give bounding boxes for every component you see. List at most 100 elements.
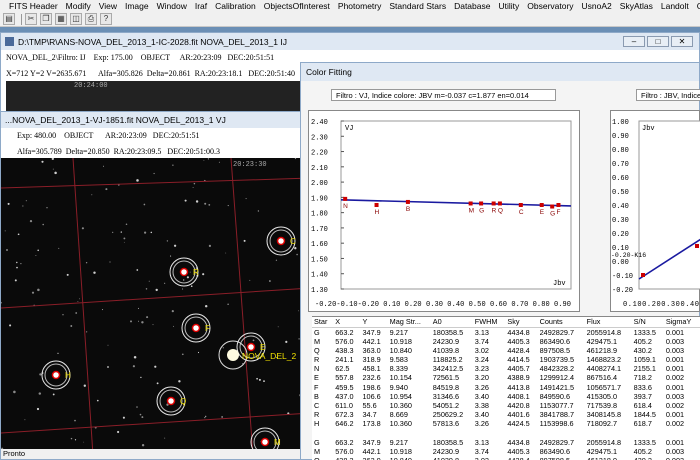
maximize-button[interactable]: □ — [647, 36, 669, 47]
column-header[interactable]: S/N — [631, 317, 664, 328]
color-fitting-titlebar[interactable]: Color Fitting — [301, 63, 699, 81]
menu-item[interactable]: Comparison Sequ — [693, 1, 700, 11]
table-row[interactable]: R 672.3 34.7 8.669 250629.2 3.40 4401.6 3841788… — [312, 410, 700, 419]
table-row[interactable]: G 663.2 347.9 9.217 180358.5 3.13 4434.8 249282… — [312, 438, 700, 447]
table-cell: 3.40 — [474, 391, 489, 401]
menu-item[interactable]: Database — [450, 1, 494, 11]
column-header[interactable]: Flux — [584, 317, 632, 328]
menu-item[interactable]: UsnoA2 — [578, 1, 616, 11]
jbv-color-plot[interactable]: 1.00 0.90 0.80 0.70 0.60 0.50 0.40 0.30 0.20 0.10… — [610, 110, 700, 312]
table-row[interactable] — [312, 428, 700, 437]
vj-sky-image[interactable]: 20:23:30 CRFEHQM NOVA_DEL_2 — [1, 158, 311, 455]
table-cell — [664, 428, 700, 437]
comparison-star-R[interactable]: R — [169, 257, 199, 287]
table-cell: 1903739.5 — [539, 354, 575, 364]
menu-item[interactable]: FITS Header — [5, 1, 62, 11]
column-header[interactable]: A0 — [430, 317, 473, 328]
point-marker — [556, 203, 561, 207]
vj-color-plot[interactable]: 2.40 2.30 2.20 2.10 2.00 1.90 1.80 1.70 1.60 1.50… — [308, 110, 580, 312]
minimize-button[interactable]: – — [623, 36, 645, 47]
table-row[interactable]: N 62.5 458.1 8.339 342412.5 3.23 4405.7 4842328… — [312, 364, 700, 373]
open-icon[interactable]: ▤ — [3, 13, 15, 25]
close-button[interactable]: ✕ — [671, 36, 693, 47]
menu-item[interactable]: Standard Stars — [385, 1, 450, 11]
point-marker — [343, 196, 348, 201]
point-label: E — [540, 209, 545, 216]
table-row[interactable]: E 557.8 232.6 10.154 72561.5 3.20 4388.9 129991… — [312, 373, 700, 382]
menu-item[interactable]: Photometry — [334, 1, 385, 11]
background-star — [85, 262, 88, 264]
menu-item[interactable]: Image — [121, 1, 153, 11]
table-row[interactable]: Q438.3363.010.84041039.83.024428.4897508… — [312, 456, 700, 460]
column-header[interactable]: Y — [360, 317, 388, 328]
x-axis-label: Jbv — [553, 280, 566, 288]
help-icon[interactable]: ? — [100, 13, 112, 25]
y-tick-label: 0.60 — [612, 175, 629, 183]
column-header[interactable]: SigmaY — [663, 317, 700, 328]
menu-item[interactable]: Calibration — [211, 1, 260, 11]
table-cell: 430.2 — [633, 345, 652, 355]
x-tick-labels: 0.100.200.300.40 — [623, 301, 699, 309]
table-row[interactable]: G 663.2 347.9 9.217 180358.5 3.13 4434.8 249282… — [312, 327, 700, 337]
table-cell: 442.1 — [362, 336, 381, 346]
y-tick-label: 1.80 — [311, 211, 328, 219]
background-star — [136, 406, 138, 408]
table-row[interactable]: F 459.5 198.6 9.940 84519.8 3.26 4413.8 1491421… — [312, 382, 700, 392]
table-cell: 241.1 — [335, 354, 354, 364]
table-row[interactable]: M 576.0 442.1 10.918 24230.9 3.74 4405.3 863490… — [312, 337, 700, 346]
column-header[interactable]: X — [333, 317, 361, 328]
photometry-table[interactable]: Star X Y Mag Str... A0 FWHM Sky Counts Flux S/N Si… — [312, 316, 700, 460]
table-cell: 173.8 — [362, 419, 381, 429]
print-preview-icon[interactable]: ◫ — [70, 13, 82, 25]
table-cell: 0.003 — [664, 456, 700, 460]
vj-image-window[interactable]: ...NOVA_DEL_2013_1-VJ-1851.fit NOVA_DEL_… — [0, 111, 312, 460]
vj-window-titlebar[interactable]: ...NOVA_DEL_2013_1-VJ-1851.fit NOVA_DEL_… — [1, 112, 311, 128]
print-icon[interactable]: ⎙ — [85, 13, 97, 25]
ij-window-titlebar[interactable]: D:\TMP\R\ANS-NOVA_DEL_2013_1-IC-2028.fit… — [1, 33, 699, 50]
menu-item[interactable]: Modify — [62, 1, 95, 11]
background-star — [136, 269, 139, 271]
table-row[interactable]: R 241.1 318.9 9.583 118825.2 3.24 4414.5 190373… — [312, 355, 700, 364]
comparison-star-Q[interactable]: Q — [156, 386, 186, 416]
menu-item[interactable]: Window — [153, 1, 191, 11]
column-header[interactable]: Sky — [505, 317, 538, 328]
column-header[interactable]: Mag Str... — [387, 317, 431, 328]
background-star — [25, 200, 27, 202]
menu-item[interactable]: View — [95, 1, 121, 11]
menu-item[interactable]: SkyAtlas — [616, 1, 657, 11]
copy-icon[interactable]: ❐ — [40, 13, 52, 25]
background-star — [166, 240, 169, 242]
menu-item[interactable]: Observatory — [523, 1, 577, 11]
star-marker — [51, 370, 61, 380]
comparison-star-H[interactable]: H — [41, 360, 71, 390]
comparison-star-F[interactable]: F — [181, 313, 211, 343]
table-cell: 8.669 — [389, 410, 408, 420]
table-row[interactable]: H 646.2 173.8 10.360 57813.6 3.26 4424.5 115399… — [312, 419, 700, 428]
table-row[interactable]: Q438.3363.010.84041039.83.024428.4897508… — [312, 346, 700, 355]
ij-image-area[interactable]: 20:24:00 — [6, 81, 301, 111]
menu-item[interactable]: Iraf — [191, 1, 211, 11]
table-cell: 2055914.8 — [586, 437, 622, 447]
y-tick-label: 0.20 — [612, 231, 629, 239]
sky-field[interactable]: 20:23:30 CRFEHQM NOVA_DEL_2 — [1, 158, 311, 455]
comparison-star-C[interactable]: C — [266, 226, 296, 256]
table-cell: 1468823.2 — [586, 354, 622, 364]
table-row[interactable]: M 576.0 442.1 10.918 24230.9 3.74 4405.3 863490… — [312, 447, 700, 456]
table-row[interactable]: C 611.0 55.6 10.360 54051.2 3.38 4420.8 1153077… — [312, 401, 700, 410]
paste-icon[interactable]: ▦ — [55, 13, 67, 25]
data-point-F[interactable]: F — [556, 203, 561, 216]
menu-item[interactable]: ObjectsOfInterest — [260, 1, 334, 11]
jbv-plot-svg: 1.00 0.90 0.80 0.70 0.60 0.50 0.40 0.30 0.20 0.10… — [611, 119, 700, 309]
plot-frame — [638, 120, 700, 290]
menu-item[interactable]: Utility — [494, 1, 523, 11]
column-header[interactable]: Counts — [537, 317, 585, 328]
background-star — [16, 261, 18, 264]
cut-icon[interactable]: ✂ — [25, 13, 37, 25]
table-row[interactable]: B 437.0 106.6 10.954 31346.6 3.40 4408.1 849590… — [312, 392, 700, 401]
column-header[interactable]: Star — [312, 317, 334, 328]
nova-star[interactable] — [227, 349, 239, 361]
data-point-B[interactable]: B — [405, 199, 410, 213]
column-header[interactable]: FWHM — [472, 317, 506, 328]
point-marker — [479, 201, 484, 206]
menu-item[interactable]: Landolt — [657, 1, 693, 11]
